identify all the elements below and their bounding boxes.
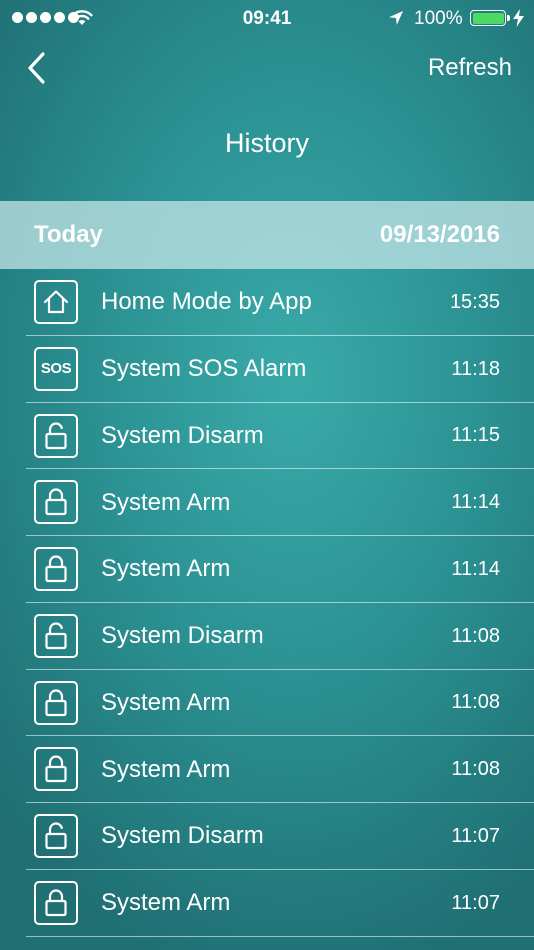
unlock-icon [34,413,78,458]
history-row[interactable]: Home Mode by App 15:35 [0,269,534,336]
history-time: 11:08 [451,691,500,714]
section-header: Today 09/13/2016 [0,201,534,269]
back-button[interactable] [16,48,56,88]
history-label: System Arm [101,889,231,917]
history-row[interactable]: System Disarm 11:07 [0,803,534,870]
history-time: 11:07 [451,891,500,914]
history-label: System Disarm [101,822,264,850]
history-row[interactable]: System Arm 11:07 [0,870,534,937]
history-row[interactable]: System Disarm 11:15 [0,403,534,470]
history-label: System Arm [101,688,231,716]
history-time: 11:07 [451,824,500,847]
history-label: System SOS Alarm [101,355,307,383]
section-date: 09/13/2016 [379,221,500,248]
history-time: 11:14 [451,557,500,580]
lock-icon [34,880,78,925]
history-row[interactable]: System Arm 11:08 [0,736,534,803]
history-list: Home Mode by App 15:35 SOS System SOS Al… [0,269,534,937]
history-row[interactable]: System Arm 11:08 [0,670,534,737]
home-icon [34,280,78,324]
sos-icon: SOS [34,346,78,391]
history-label: System Disarm [101,622,264,650]
section-label: Today [34,221,103,248]
lock-icon [34,680,78,725]
history-label: System Arm [101,488,231,516]
chevron-left-icon [28,52,45,84]
unlock-icon [34,613,78,658]
lock-icon [34,480,78,525]
history-label: System Disarm [101,421,264,449]
history-time: 15:35 [449,290,500,313]
history-time: 11:14 [451,491,500,514]
history-label: Home Mode by App [101,288,312,316]
history-time: 11:18 [451,357,500,380]
lightning-bolt-icon [513,9,524,27]
refresh-button[interactable]: Refresh [428,54,512,82]
battery-percent: 100% [414,8,463,29]
sos-icon-text: SOS [40,360,72,378]
history-time: 11:08 [451,758,500,781]
lock-icon [34,747,78,792]
history-time: 11:08 [451,624,500,647]
history-time: 11:15 [451,424,500,447]
battery-icon [470,10,510,26]
history-label: System Arm [101,555,231,583]
unlock-icon [34,814,78,858]
history-row[interactable]: SOS System SOS Alarm 11:18 [0,336,534,403]
history-row[interactable]: System Disarm 11:08 [0,603,534,670]
lock-icon [34,547,78,591]
location-arrow-icon [389,11,403,25]
status-bar: 09:41 100% [0,0,534,38]
page-title: History [224,128,309,158]
history-row[interactable]: System Arm 11:14 [0,469,534,536]
history-row[interactable]: System Arm 11:14 [0,536,534,603]
history-label: System Arm [101,755,231,783]
